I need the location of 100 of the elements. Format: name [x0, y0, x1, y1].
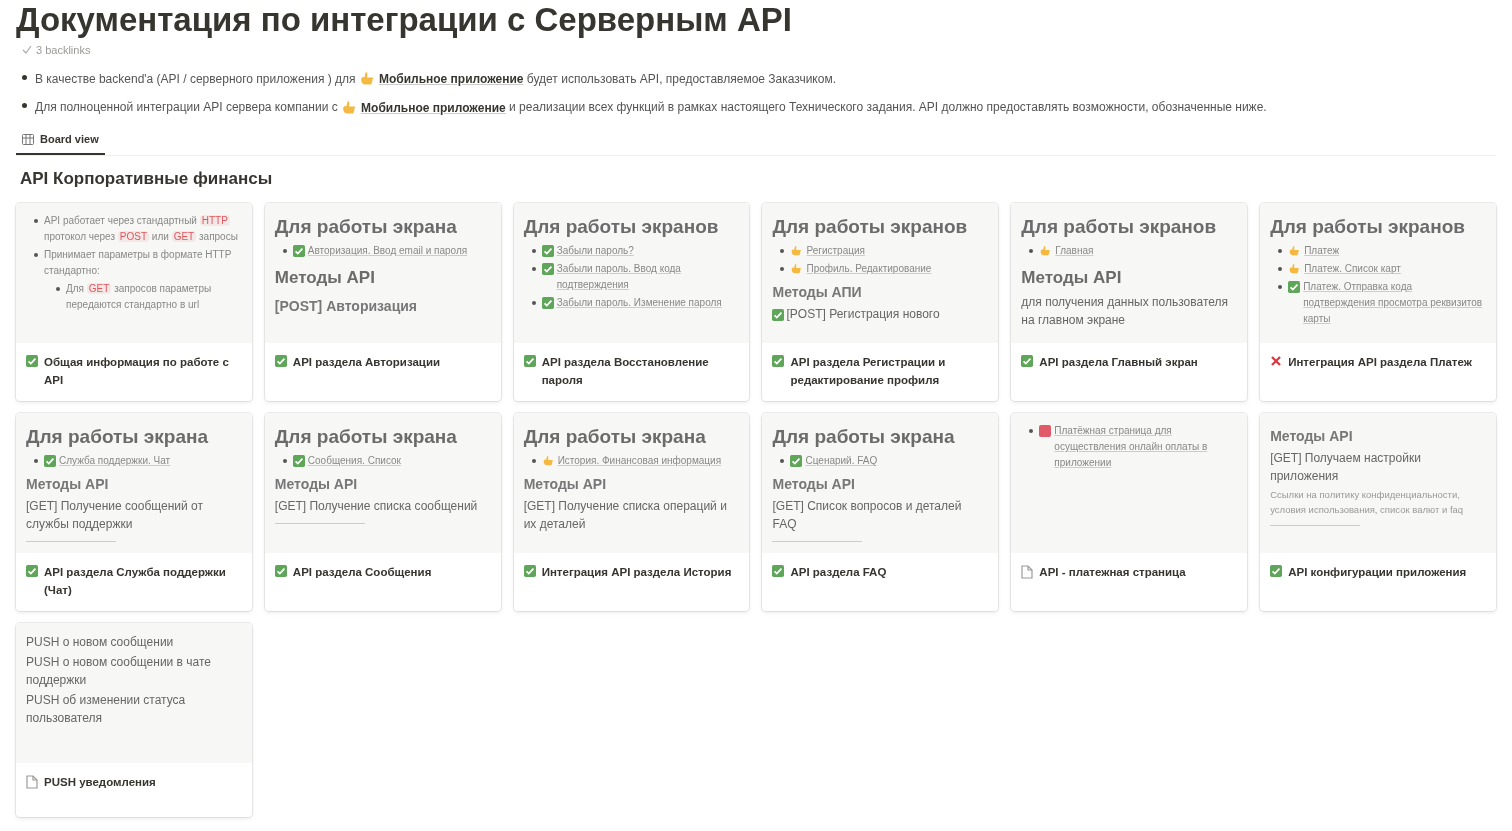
- board-card[interactable]: Методы API [GET] Получаем настройки приложения Ссылки на политику конфиденциальности, условия использования, список валют и faq API конфигурации приложения: [1260, 413, 1496, 612]
- bullet-text: Авторизация. Ввод email и пароля: [307, 244, 468, 259]
- preview-heading: Для работы экранов: [523, 215, 720, 240]
- board-icon: [22, 133, 34, 145]
- preview-heading: Для работы экранов: [1021, 215, 1218, 240]
- preview-subheading: Методы API: [26, 475, 110, 495]
- board-card[interactable]: Для работы экранов Платеж Платеж. Список карт Платеж. Отправка кода подтверждения просмотра реквизитов карты Интеграция API раздела Платеж: [1260, 203, 1496, 402]
- intro-paragraph: Для полноценной интеграции API сервера компании с Мобильное приложение и реализации всех функций в рамках настоящего Технического задания. API должно предоставлять возможности, обозначенные ниже.: [35, 95, 1291, 121]
- preview-subheading: Методы АПИ: [772, 283, 863, 303]
- checkbox-icon: [772, 309, 785, 322]
- bullet-text: История. Финансовая информация: [557, 454, 722, 469]
- board-card[interactable]: [16, 203, 252, 402]
- card-title: PUSH уведомления: [44, 775, 156, 791]
- card-title: API раздела Авторизации: [292, 355, 441, 371]
- card-title: API раздела Сообщения: [292, 565, 432, 581]
- preview-heading: Методы API: [1021, 267, 1123, 290]
- checkbox-icon: [772, 355, 785, 368]
- page-icon: [1021, 565, 1034, 580]
- bullet-text: Сценарий. FAQ: [805, 454, 878, 469]
- preview-heading: Для работы экранов: [1270, 215, 1466, 240]
- board-card[interactable]: Для работы экрана Авторизация. Ввод email и пароля Методы API [POST] Авторизация API раздела Авторизации: [264, 203, 501, 402]
- bullet-text: Забыли пароль. Изменение пароля: [556, 296, 722, 311]
- preview-subheading: [POST] Авторизация: [274, 297, 418, 317]
- checkbox-icon: [44, 455, 56, 468]
- preview-text: [GET] Список вопросов и деталей FAQ: [772, 498, 963, 534]
- page-icon: [26, 775, 38, 790]
- preview-heading: Для работы экрана: [523, 425, 707, 450]
- checkbox-icon: [26, 565, 38, 578]
- bullet-text: Забыли пароль. Ввод кода подтверждения: [556, 262, 682, 293]
- card-title: API раздела Восстановление пароля: [541, 355, 710, 389]
- card-title: API раздела Служба поддержки (Чат): [44, 565, 227, 599]
- bullet-text: Сообщения. Список: [307, 454, 401, 469]
- preview-heading: Для работы экрана: [274, 215, 458, 240]
- checkbox-icon: [292, 245, 305, 258]
- board-card[interactable]: Для работы экранов Забыли пароль? Забыли пароль. Ввод кода подтверждения Забыли пароль. Изменение пароля API раздела Восстановление пароля: [513, 203, 750, 402]
- board-card[interactable]: Для работы экрана История. Финансовая информация Методы API [GET] Получение списка операций и их деталей Интеграция API раздела История: [513, 413, 750, 612]
- intro-paragraph: В качестве backend'a (API / серверного приложения ) для Мобильное приложение будет использовать API, предоставляемое Заказчиком.: [35, 66, 860, 92]
- preview-heading: Для работы экрана: [274, 425, 458, 450]
- card-title: API раздела Регистрации и редактирование профиля: [790, 355, 947, 389]
- preview-subheading: Методы API: [1270, 427, 1354, 447]
- checkbox-icon: [1288, 281, 1301, 294]
- preview-heading: Для работы экрана: [772, 425, 956, 450]
- checkbox-icon: [541, 263, 554, 276]
- page-link[interactable]: Мобильное приложение: [341, 96, 506, 121]
- checkbox-icon: [523, 565, 536, 578]
- board-card[interactable]: PUSH о новом сообщении PUSH о новом сообщении в чате поддержки PUSH об изменении статуса пользователя PUSH уведомления: [16, 623, 252, 818]
- preview-text: PUSH о новом сообщении: [26, 634, 174, 652]
- backlink-icon: [22, 45, 32, 56]
- card-title: API - платежная страница: [1039, 565, 1186, 581]
- bullet-text: Платёжная страница для осуществления онлайн оплаты в приложении: [1054, 424, 1209, 471]
- board-card[interactable]: Для работы экранов Главная Методы API для получения данных пользователя на главном экране API раздела Главный экран: [1011, 203, 1248, 402]
- board-title: API Корпоративные финансы: [19, 167, 274, 190]
- preview-text: [GET] Получаем настройки приложения: [1270, 450, 1422, 486]
- card-title: Интеграция API раздела Платеж: [1288, 355, 1472, 371]
- bullet-text: Служба поддержки. Чат: [59, 454, 171, 469]
- preview-text: PUSH о новом сообщении в чате поддержки: [26, 654, 213, 690]
- checkbox-icon: [292, 455, 305, 468]
- preview-heading: Для работы экрана: [26, 425, 210, 450]
- board-card[interactable]: Для работы экранов Регистрация Профиль. Редактирование Методы АПИ [POST] Регистрация нового API раздела Регистрации и редактирование профиля: [762, 203, 999, 402]
- checkbox-icon: [541, 245, 554, 258]
- preview-heading: Для работы экранов: [772, 215, 969, 240]
- checkbox-icon: [772, 565, 785, 578]
- card-title: API конфигурации приложения: [1288, 565, 1467, 581]
- preview-subheading: Методы API: [274, 475, 359, 495]
- preview-text: PUSH об изменении статуса пользователя: [26, 692, 187, 728]
- checkbox-icon: [1021, 355, 1034, 368]
- board-card[interactable]: Платёжная страница для осуществления онлайн оплаты в приложении API - платежная страница: [1011, 413, 1248, 612]
- card-title: Общая информация по работе с API: [44, 355, 230, 389]
- bullet-text: Платеж: [1304, 244, 1340, 259]
- cross-icon: [1270, 355, 1283, 368]
- bullet-text: API работает через стандартный HTTP протокол через POST или GET запросы: [44, 214, 239, 245]
- checkbox-icon: [274, 565, 287, 578]
- preview-text: [GET] Получение списка операций и их деталей: [523, 498, 728, 534]
- board-card[interactable]: Для работы экрана Служба поддержки. Чат Методы API [GET] Получение сообщений от службы поддержки API раздела Служба поддержки (Чат): [16, 413, 252, 612]
- preview-text: [POST] Регистрация нового: [786, 306, 940, 324]
- card-title: API раздела FAQ: [790, 565, 887, 581]
- bullet-text: Забыли пароль?: [556, 244, 634, 259]
- preview-text: [GET] Получение списка сообщений: [274, 498, 478, 516]
- page-link[interactable]: Мобильное приложение: [358, 67, 524, 92]
- checkbox-icon: [26, 355, 38, 368]
- preview-text: [GET] Получение сообщений от службы поддержки: [26, 498, 204, 534]
- board-card[interactable]: Для работы экрана Сценарий. FAQ Методы API [GET] Список вопросов и деталей FAQ API раздела FAQ: [762, 413, 999, 612]
- bullet-text: Регистрация: [806, 244, 865, 259]
- board-card[interactable]: Для работы экрана Сообщения. Список Методы API [GET] Получение списка сообщений API раздела Сообщения: [264, 413, 501, 612]
- page-title: Документация по интеграции с Серверным API: [16, 0, 793, 40]
- bullet-text: Для GET запросов параметры передаются стандартно в url: [66, 282, 213, 313]
- preview-text: для получения данных пользователя на главном экране: [1021, 294, 1230, 330]
- checkbox-icon: [1270, 565, 1283, 578]
- bullet-text: Платеж. Отправка кода подтверждения просмотра реквизитов карты: [1303, 280, 1484, 327]
- view-tab[interactable]: Board view: [16, 126, 105, 155]
- checkbox-icon: [274, 355, 287, 368]
- card-title: API раздела Главный экран: [1039, 355, 1198, 371]
- preview-subheading: Методы API: [772, 475, 856, 495]
- checkbox-icon: [790, 455, 803, 468]
- preview-subheading: Методы API: [523, 475, 608, 495]
- card-title: Интеграция API раздела История: [541, 565, 732, 581]
- pp-icon: [1039, 425, 1052, 438]
- checkbox-icon: [523, 355, 536, 368]
- bullet-text: Главная: [1055, 244, 1094, 259]
- checkbox-icon: [541, 297, 554, 310]
